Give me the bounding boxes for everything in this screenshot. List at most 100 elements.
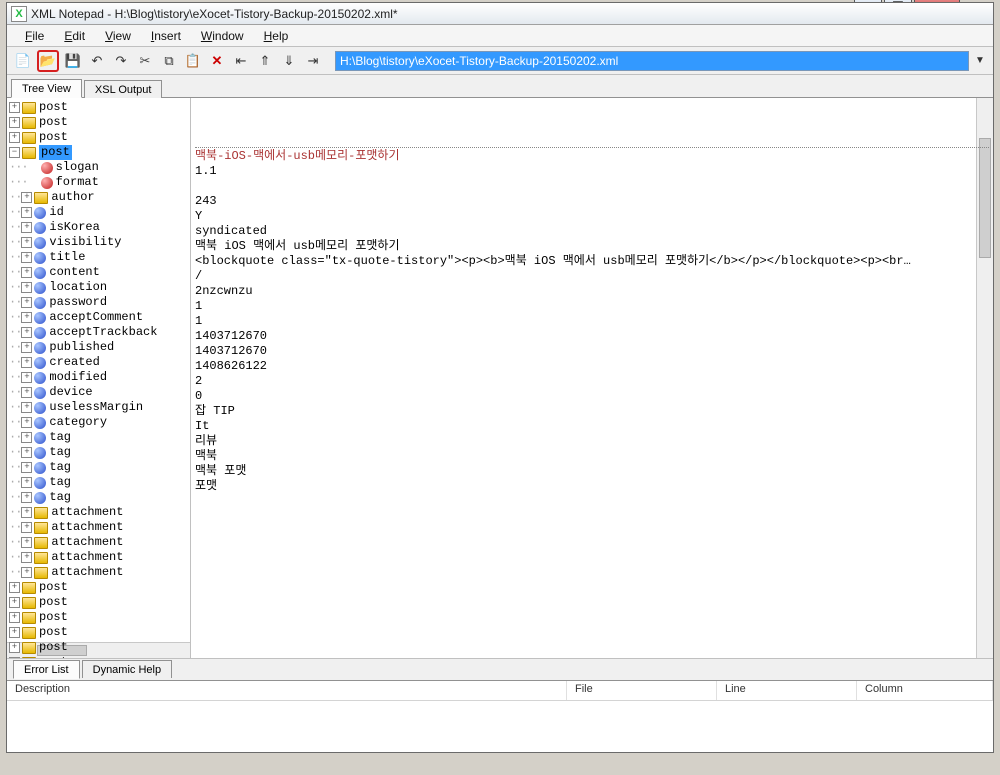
value-accepttrackback[interactable]: 1 [195, 314, 989, 329]
expand-icon[interactable]: + [21, 297, 32, 308]
copy-icon[interactable]: ⧉ [159, 51, 179, 71]
expand-icon[interactable]: + [21, 462, 32, 473]
nudge-right-icon[interactable]: ⇥ [303, 51, 323, 71]
errcol-line[interactable]: Line [717, 681, 857, 700]
new-icon[interactable]: 📄 [13, 51, 33, 71]
nudge-up-icon[interactable]: ⇑ [255, 51, 275, 71]
errcol-column[interactable]: Column [857, 681, 993, 700]
expand-icon[interactable]: + [21, 342, 32, 353]
value-modified[interactable]: 1408626122 [195, 359, 989, 374]
expand-icon[interactable]: + [21, 372, 32, 383]
value-uselessmargin[interactable]: 0 [195, 389, 989, 404]
value-category[interactable]: 잡 TIP [195, 404, 989, 419]
expand-icon[interactable]: + [21, 492, 32, 503]
expand-icon[interactable]: + [21, 282, 32, 293]
expand-icon[interactable]: + [21, 417, 32, 428]
nudge-left-icon[interactable]: ⇤ [231, 51, 251, 71]
value-id[interactable]: 243 [195, 194, 989, 209]
expand-icon[interactable]: + [21, 522, 32, 533]
expand-icon[interactable]: + [21, 357, 32, 368]
expand-icon[interactable]: + [21, 552, 32, 563]
expand-icon[interactable]: + [9, 582, 20, 593]
value-location[interactable]: / [195, 269, 989, 284]
tab-error-list[interactable]: Error List [13, 660, 80, 679]
tree-node[interactable]: ··+location [9, 280, 190, 295]
expand-icon[interactable]: + [21, 312, 32, 323]
value-iskorea[interactable]: Y [195, 209, 989, 224]
menu-file[interactable]: FFileile [15, 27, 54, 45]
expand-icon[interactable]: + [9, 132, 20, 143]
tree-node[interactable]: ··+attachment [9, 565, 190, 580]
menu-insert[interactable]: Insert [141, 27, 191, 45]
tree-node[interactable]: ··+device [9, 385, 190, 400]
expand-icon[interactable]: + [21, 537, 32, 548]
expand-icon[interactable]: + [21, 192, 32, 203]
tab-xsl-output[interactable]: XSL Output [84, 80, 162, 98]
expand-icon[interactable]: + [9, 102, 20, 113]
expand-icon[interactable]: + [9, 612, 20, 623]
value-device[interactable]: 2 [195, 374, 989, 389]
tree-node[interactable]: ··+modified [9, 370, 190, 385]
value-password[interactable]: 2nzcwnzu [195, 284, 989, 299]
tree-node[interactable]: ··+created [9, 355, 190, 370]
address-bar[interactable]: H:\Blog\tistory\eXocet-Tistory-Backup-20… [335, 51, 969, 71]
expand-icon[interactable]: + [21, 447, 32, 458]
tree-node[interactable]: ··+isKorea [9, 220, 190, 235]
tree-node[interactable]: ··+published [9, 340, 190, 355]
expand-icon[interactable]: + [21, 387, 32, 398]
menu-view[interactable]: View [95, 27, 141, 45]
value-tag3[interactable]: 맥북 [195, 449, 989, 464]
expand-icon[interactable]: + [21, 267, 32, 278]
value-tag4[interactable]: 맥북 포맷 [195, 464, 989, 479]
errcol-file[interactable]: File [567, 681, 717, 700]
value-acceptcomment[interactable]: 1 [195, 299, 989, 314]
tree-node[interactable]: +post [9, 640, 190, 655]
collapse-icon[interactable]: − [9, 147, 20, 158]
tree-pane[interactable]: +post+post+post−post···slogan···format··… [7, 98, 191, 658]
tree-node[interactable]: ··+uselessMargin [9, 400, 190, 415]
expand-icon[interactable]: + [9, 642, 20, 653]
value-tag2[interactable]: 리뷰 [195, 434, 989, 449]
tab-tree-view[interactable]: Tree View [11, 79, 82, 98]
value-tag1[interactable]: It [195, 419, 989, 434]
tree-node[interactable]: +post [9, 580, 190, 595]
paste-icon[interactable]: 📋 [183, 51, 203, 71]
menu-edit[interactable]: Edit [54, 27, 95, 45]
open-icon[interactable]: 📂 [37, 50, 59, 72]
tree-node[interactable]: ··+author [9, 190, 190, 205]
value-format[interactable]: 1.1 [195, 164, 989, 179]
tree-node[interactable]: ··+tag [9, 430, 190, 445]
menu-window[interactable]: Window [191, 27, 254, 45]
value-created[interactable]: 1403712670 [195, 344, 989, 359]
expand-icon[interactable]: + [21, 567, 32, 578]
save-icon[interactable]: 💾 [63, 51, 83, 71]
tree-node[interactable]: +post [9, 595, 190, 610]
expand-icon[interactable]: + [21, 327, 32, 338]
tree-node[interactable]: +post [9, 625, 190, 640]
value-pane[interactable]: 맥북-iOS-맥에서-usb메모리-포맷하기 1.1 243 Y syndica… [191, 98, 993, 658]
tree-node[interactable]: +post [9, 100, 190, 115]
undo-icon[interactable]: ↶ [87, 51, 107, 71]
value-content[interactable]: <blockquote class="tx-quote-tistory"><p>… [195, 254, 989, 269]
tree-node[interactable]: ···slogan [9, 160, 190, 175]
expand-icon[interactable]: + [21, 432, 32, 443]
value-tag5[interactable]: 포맷 [195, 479, 989, 494]
tree-node[interactable]: ··+content [9, 265, 190, 280]
nudge-down-icon[interactable]: ⇓ [279, 51, 299, 71]
tree-node[interactable]: −post [9, 145, 190, 160]
redo-icon[interactable]: ↷ [111, 51, 131, 71]
value-slogan[interactable]: 맥북-iOS-맥에서-usb메모리-포맷하기 [195, 149, 989, 164]
expand-icon[interactable]: + [21, 477, 32, 488]
value-author[interactable] [195, 179, 989, 194]
tree-node[interactable]: ··+attachment [9, 550, 190, 565]
tree-node[interactable]: +post [9, 130, 190, 145]
tree-node[interactable]: +post [9, 655, 190, 658]
tree-node[interactable]: ··+acceptComment [9, 310, 190, 325]
expand-icon[interactable]: + [21, 402, 32, 413]
expand-icon[interactable]: + [9, 117, 20, 128]
errcol-description[interactable]: Description [7, 681, 567, 700]
address-dropdown-icon[interactable]: ▼ [973, 55, 987, 66]
tree-node[interactable]: +post [9, 610, 190, 625]
tree-node[interactable]: ··+tag [9, 445, 190, 460]
expand-icon[interactable]: + [9, 597, 20, 608]
